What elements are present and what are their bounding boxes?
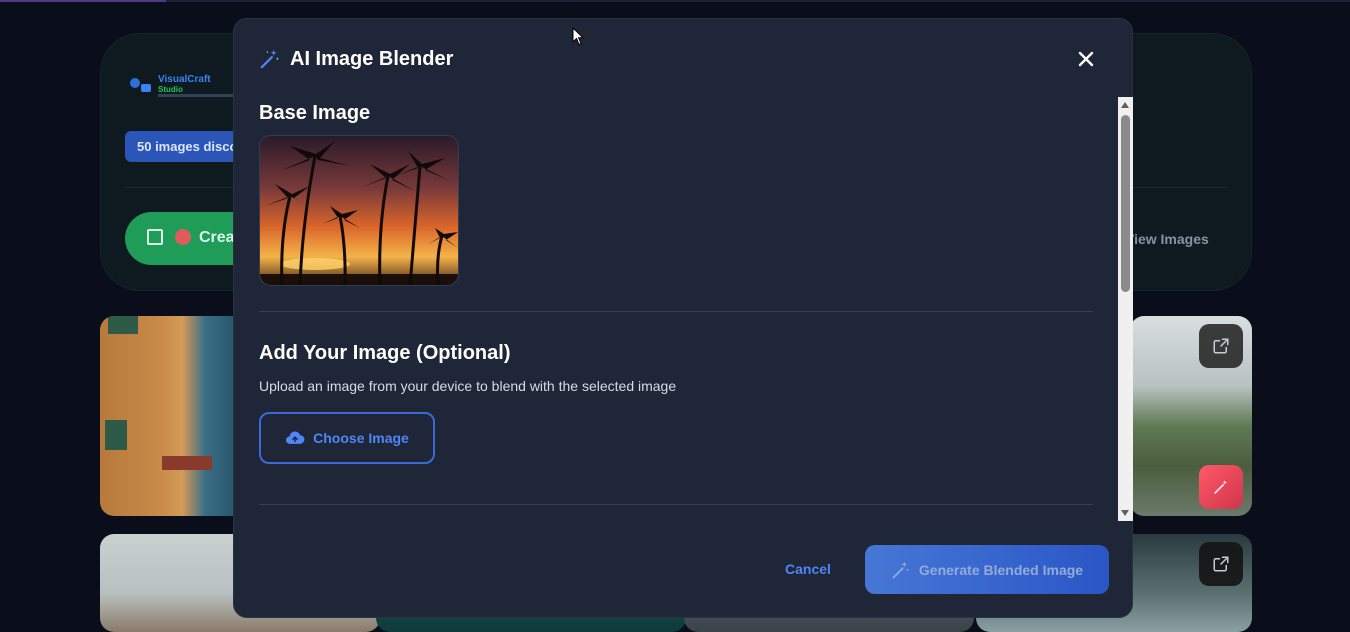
- blend-tile-button[interactable]: [1199, 465, 1243, 509]
- section-divider: [259, 311, 1093, 312]
- scroll-up-arrow[interactable]: [1121, 102, 1129, 108]
- top-progress-accent: [0, 0, 166, 2]
- external-link-icon: [1213, 556, 1229, 572]
- add-image-description: Upload an image from your device to blen…: [259, 378, 677, 394]
- palette-icon: [175, 229, 191, 245]
- logo-mark: [130, 78, 140, 88]
- generate-blended-image-button[interactable]: Generate Blended Image: [865, 545, 1109, 594]
- modal-header: AI Image Blender: [259, 47, 453, 71]
- generate-button-label: Generate Blended Image: [918, 561, 1084, 578]
- choose-image-button[interactable]: Choose Image: [259, 412, 435, 464]
- gallery-tile[interactable]: [100, 316, 250, 516]
- base-image-heading: Base Image: [259, 102, 371, 124]
- scroll-thumb[interactable]: [1121, 115, 1130, 292]
- tile-window-shape: [108, 316, 138, 334]
- tile-window-shape: [105, 420, 127, 450]
- open-external-button[interactable]: [1199, 324, 1243, 368]
- mouse-cursor-icon: [572, 27, 584, 46]
- modal-body: Base Image Add Your Image (Optional) Upl…: [234, 97, 1118, 521]
- top-progress-line: [0, 0, 1350, 2]
- logo-name: VisualCraft: [158, 74, 211, 85]
- close-button[interactable]: [1074, 47, 1098, 71]
- image-blender-modal: AI Image Blender Base Image Add Your Ima…: [233, 18, 1133, 618]
- cancel-button[interactable]: Cancel: [774, 555, 842, 583]
- cloud-upload-icon: [286, 431, 305, 444]
- magic-wand-icon: [260, 49, 279, 69]
- gallery-icon: [147, 229, 163, 245]
- app-logo: VisualCraft Studio: [128, 72, 248, 102]
- open-external-button[interactable]: [1199, 542, 1243, 586]
- scroll-down-arrow[interactable]: [1121, 510, 1129, 516]
- logo-mark-secondary: [141, 84, 151, 92]
- modal-scrollbar[interactable]: [1118, 97, 1133, 521]
- choose-image-label: Choose Image: [313, 430, 409, 446]
- section-divider: [259, 504, 1093, 505]
- base-image-preview: [259, 135, 459, 286]
- modal-title: AI Image Blender: [290, 47, 454, 70]
- close-icon: [1078, 51, 1094, 67]
- magic-wand-icon: [1214, 480, 1227, 494]
- sunset-palm-image: [260, 136, 458, 285]
- add-image-heading: Add Your Image (Optional): [259, 342, 511, 364]
- logo-subtitle: Studio: [158, 85, 183, 94]
- view-images-link[interactable]: View Images: [1125, 231, 1209, 247]
- external-link-icon: [1213, 338, 1229, 354]
- tile-balcony-shape: [162, 456, 212, 470]
- magic-wand-icon: [892, 561, 910, 578]
